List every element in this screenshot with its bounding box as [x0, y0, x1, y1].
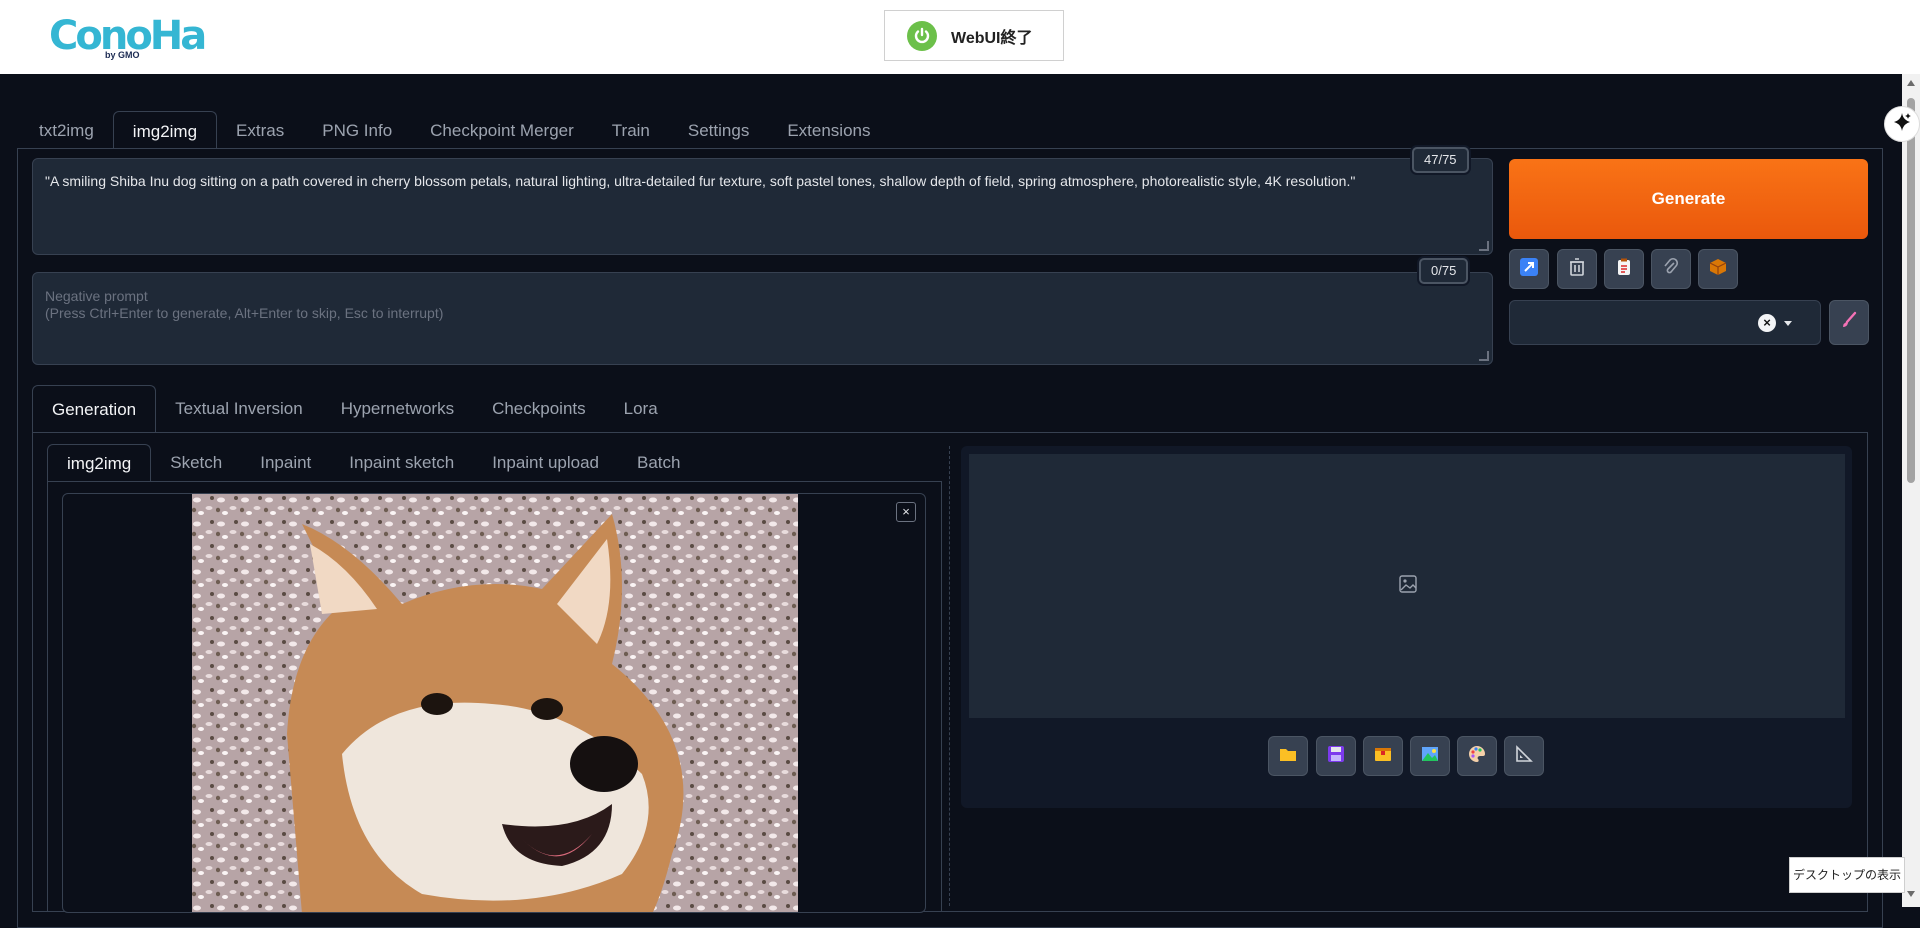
- column-divider: [949, 446, 950, 906]
- arrow-icon: [1519, 257, 1539, 282]
- resize-grip[interactable]: [1479, 351, 1489, 361]
- tab-batch[interactable]: Batch: [618, 444, 699, 482]
- tab-checkpoints[interactable]: Checkpoints: [473, 385, 605, 433]
- tab-hypernetworks[interactable]: Hypernetworks: [322, 385, 473, 433]
- clear-styles-icon[interactable]: ×: [1758, 314, 1776, 332]
- trash-icon: [1567, 257, 1587, 282]
- attach-button[interactable]: [1651, 249, 1691, 289]
- clipboard-icon: [1614, 257, 1634, 282]
- save-icon: [1326, 744, 1346, 769]
- webui-exit-label: WebUI終了: [951, 29, 1033, 47]
- ai-assistant-button[interactable]: [1884, 106, 1920, 142]
- folder-icon: [1278, 744, 1298, 769]
- logo-sub: by GMO: [105, 50, 140, 60]
- prompt-input[interactable]: "A smiling Shiba Inu dog sitting on a pa…: [32, 158, 1493, 255]
- tab-sketch[interactable]: Sketch: [151, 444, 241, 482]
- edit-styles-button[interactable]: [1829, 300, 1869, 345]
- tab-settings[interactable]: Settings: [669, 111, 768, 149]
- generate-button[interactable]: Generate: [1509, 159, 1868, 239]
- styles-dropdown[interactable]: ×: [1509, 300, 1821, 345]
- output-panel: [961, 446, 1852, 808]
- apply-style-button[interactable]: [1604, 249, 1644, 289]
- tab-inpaint-sketch[interactable]: Inpaint sketch: [330, 444, 473, 482]
- resize-grip[interactable]: [1479, 241, 1489, 251]
- output-gallery: [969, 454, 1845, 718]
- zip-button[interactable]: [1363, 736, 1403, 776]
- triangle-ruler-icon: [1514, 744, 1534, 769]
- tab-checkpoint-merger[interactable]: Checkpoint Merger: [411, 111, 593, 149]
- tab-extras[interactable]: Extras: [217, 111, 303, 149]
- conoha-logo: ConoHa by GMO: [49, 13, 207, 63]
- package-button[interactable]: [1698, 249, 1738, 289]
- tab-img2img[interactable]: img2img: [112, 111, 218, 149]
- scroll-thumb[interactable]: [1907, 98, 1915, 483]
- page-scrollbar[interactable]: [1902, 74, 1920, 907]
- img2img-mode-tabs: img2img Sketch Inpaint Inpaint sketch In…: [47, 444, 700, 482]
- chevron-down-icon[interactable]: [1784, 321, 1792, 326]
- picture-icon: [1420, 744, 1440, 769]
- tab-generation[interactable]: Generation: [32, 385, 157, 433]
- save-button[interactable]: [1316, 736, 1356, 776]
- send-to-inpaint-button[interactable]: [1457, 736, 1497, 776]
- tab-png-info[interactable]: PNG Info: [303, 111, 411, 149]
- tab-lora[interactable]: Lora: [605, 385, 677, 433]
- tab-txt2img[interactable]: txt2img: [20, 111, 113, 149]
- tab-textual-inversion[interactable]: Textual Inversion: [156, 385, 322, 433]
- source-image: [192, 494, 798, 912]
- scroll-down-icon[interactable]: [1907, 891, 1915, 897]
- scroll-up-icon[interactable]: [1907, 80, 1915, 86]
- prompt-text: "A smiling Shiba Inu dog sitting on a pa…: [45, 173, 1356, 189]
- remove-image-icon[interactable]: ×: [896, 502, 916, 522]
- tab-train[interactable]: Train: [593, 111, 669, 149]
- palette-icon: [1467, 744, 1487, 769]
- power-icon: [907, 20, 937, 51]
- source-image-area[interactable]: ×: [62, 493, 926, 913]
- top-header: ConoHa by GMO WebUI終了: [0, 0, 1920, 74]
- prompt-token-counter: 47/75: [1412, 147, 1469, 173]
- clear-prompt-button[interactable]: [1557, 249, 1597, 289]
- send-to-img2img-button[interactable]: [1410, 736, 1450, 776]
- main-tab-bar: txt2img img2img Extras PNG Info Checkpoi…: [20, 111, 890, 149]
- package-icon: [1708, 257, 1728, 282]
- tab-img2img-mode[interactable]: img2img: [47, 444, 152, 482]
- open-folder-button[interactable]: [1268, 736, 1308, 776]
- sparkle-icon: [1891, 111, 1913, 138]
- extra-networks-tabs: Generation Textual Inversion Hypernetwor…: [32, 385, 677, 433]
- zip-icon: [1373, 744, 1393, 769]
- image-placeholder-icon: [1398, 574, 1418, 599]
- negative-prompt-placeholder: Negative prompt (Press Ctrl+Enter to gen…: [45, 288, 444, 321]
- paperclip-icon: [1661, 257, 1681, 282]
- negative-token-counter: 0/75: [1419, 258, 1469, 284]
- tab-inpaint-upload[interactable]: Inpaint upload: [473, 444, 618, 482]
- read-params-button[interactable]: [1509, 249, 1549, 289]
- negative-prompt-input[interactable]: Negative prompt (Press Ctrl+Enter to gen…: [32, 272, 1493, 365]
- brush-icon: [1839, 310, 1859, 335]
- webui-exit-button[interactable]: WebUI終了: [884, 10, 1064, 61]
- show-desktop-tooltip: デスクトップの表示: [1789, 857, 1905, 893]
- tab-extensions[interactable]: Extensions: [768, 111, 889, 149]
- send-to-extras-button[interactable]: [1504, 736, 1544, 776]
- tab-inpaint[interactable]: Inpaint: [241, 444, 330, 482]
